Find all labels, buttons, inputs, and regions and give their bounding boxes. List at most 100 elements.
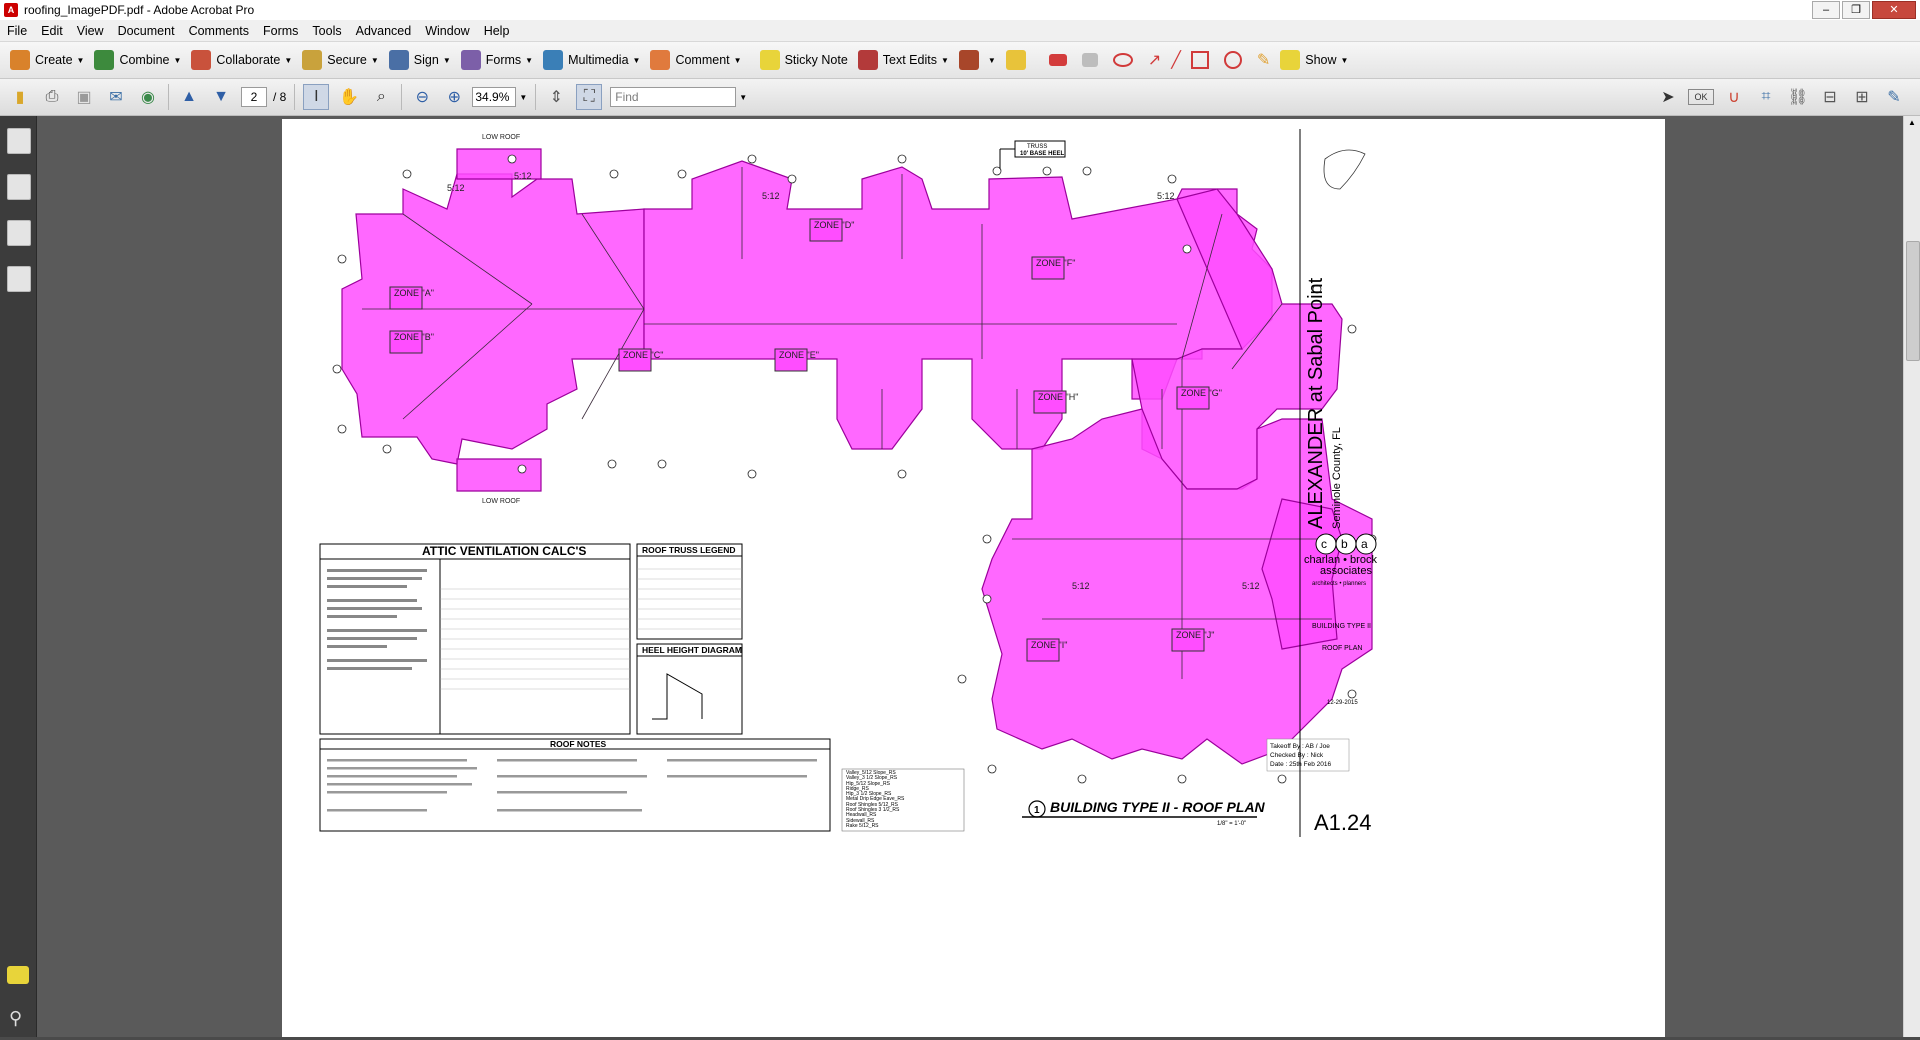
create-button[interactable]: Create ▼	[10, 50, 84, 70]
web-icon[interactable]: ◉	[136, 85, 160, 109]
scrolling-mode-icon[interactable]: ⇕	[544, 85, 568, 109]
svg-text:a: a	[1361, 537, 1368, 551]
fit-page-icon[interactable]: ⛶	[576, 84, 603, 110]
multimedia-button[interactable]: Multimedia ▼	[543, 50, 640, 70]
email-icon[interactable]: ✉	[104, 85, 128, 109]
layers-panel-icon[interactable]	[7, 266, 31, 292]
text-edits-button[interactable]: Text Edits ▼	[857, 50, 949, 70]
oval-tool[interactable]	[1223, 51, 1247, 69]
textfield-icon[interactable]: ⊟	[1818, 85, 1842, 109]
next-page-icon[interactable]: ▼	[209, 85, 233, 109]
county-map-icon	[1323, 149, 1366, 190]
sticky-note-icon	[759, 50, 780, 70]
show-comments-icon	[1280, 50, 1301, 70]
zoom-out-icon[interactable]: ⊖	[410, 85, 434, 109]
chevron-down-icon[interactable]: ▼	[739, 93, 747, 102]
highlight-icon	[1048, 54, 1067, 66]
bookmarks-panel-icon[interactable]	[7, 174, 31, 200]
slope-label: 5:12	[1242, 581, 1260, 591]
menu-advanced[interactable]: Advanced	[349, 24, 419, 38]
attach-icon	[1005, 50, 1026, 70]
notes-tool[interactable]	[1081, 53, 1103, 67]
select-object-icon[interactable]: ➤	[1656, 85, 1680, 109]
scroll-up-icon[interactable]: ▲	[1908, 118, 1916, 127]
sticky-note-button[interactable]: Sticky Note	[759, 50, 848, 70]
edit-form-icon[interactable]: ✎	[1882, 85, 1906, 109]
text-edits-label: Text Edits	[882, 53, 937, 67]
menu-tools[interactable]: Tools	[305, 24, 348, 38]
drawing-title: BUILDING TYPE II - ROOF PLAN	[1050, 799, 1266, 815]
sheet-date: 12-29-2015	[1327, 700, 1358, 706]
maximize-button[interactable]: ❐	[1842, 1, 1870, 19]
chevron-down-icon: ▼	[442, 55, 451, 65]
attachments-panel-icon[interactable]: ⚲	[9, 1008, 22, 1029]
signatures-panel-icon[interactable]	[7, 220, 31, 246]
ok-button-icon[interactable]: OK	[1688, 89, 1714, 105]
select-cursor-icon[interactable]: I	[303, 84, 330, 110]
svg-text:1: 1	[1034, 805, 1040, 816]
menu-file[interactable]: File	[0, 24, 34, 38]
print-icon[interactable]: ⎙	[40, 85, 64, 109]
menu-forms[interactable]: Forms	[256, 24, 305, 38]
roof-truss-legend: ROOF TRUSS LEGEND	[636, 543, 743, 640]
comment-button[interactable]: Comment ▼	[650, 50, 742, 70]
stamp-button[interactable]: ▼	[958, 50, 996, 70]
hand-tool-icon[interactable]: ✋	[337, 85, 361, 109]
document-properties-icon[interactable]: ⊞	[1850, 85, 1874, 109]
open-folder-icon[interactable]: ▮	[8, 85, 32, 109]
page-number-input[interactable]: 2	[241, 87, 267, 107]
chevron-down-icon: ▼	[284, 55, 293, 65]
pdf-page: ZONE "A" ZONE "B" ZONE "C" ZONE "D" ZONE…	[282, 119, 1665, 1037]
forms-button[interactable]: Forms ▼	[460, 50, 534, 70]
find-input[interactable]: Find	[610, 87, 737, 107]
chevron-down-icon: ▼	[370, 55, 379, 65]
arrow-tool[interactable]: ↗	[1148, 50, 1161, 70]
toolbar-divider	[168, 84, 169, 110]
chevron-down-icon: ▼	[525, 55, 534, 65]
menu-document[interactable]: Document	[111, 24, 182, 38]
show-button[interactable]: Show ▼	[1280, 50, 1348, 70]
crop-icon[interactable]: ⌗	[1754, 85, 1778, 109]
chevron-down-icon: ▼	[76, 55, 85, 65]
menu-window[interactable]: Window	[418, 24, 476, 38]
window-title: roofing_ImagePDF.pdf - Adobe Acrobat Pro	[24, 3, 255, 17]
cloud-tool[interactable]	[1112, 53, 1138, 67]
chevron-down-icon: ▼	[1340, 55, 1349, 65]
chevron-down-icon: ▼	[940, 55, 949, 65]
zoom-level-input[interactable]: 34.9%	[472, 87, 517, 107]
menu-help[interactable]: Help	[477, 24, 517, 38]
vertical-scrollbar[interactable]: ▲	[1903, 116, 1920, 1037]
marquee-zoom-icon[interactable]: ⌕	[369, 85, 393, 109]
page-count: / 8	[273, 90, 287, 104]
attach-button[interactable]	[1005, 50, 1031, 70]
rectangle-tool[interactable]	[1190, 51, 1214, 69]
close-button[interactable]: ✕	[1872, 1, 1916, 19]
comments-panel-icon[interactable]	[7, 966, 29, 984]
save-icon[interactable]: ▣	[72, 85, 96, 109]
scrollbar-thumb[interactable]	[1906, 241, 1920, 361]
sticky-note-label: Sticky Note	[784, 53, 848, 67]
comment-icon	[650, 50, 671, 70]
link-icon[interactable]: ⛓	[1786, 85, 1810, 109]
line-tool[interactable]: ╱	[1171, 50, 1181, 70]
collaborate-button[interactable]: Collaborate ▼	[191, 50, 292, 70]
secure-button[interactable]: Secure ▼	[302, 50, 379, 70]
pages-panel-icon[interactable]	[7, 128, 31, 154]
highlight-tool[interactable]	[1048, 54, 1072, 66]
combine-button[interactable]: Combine ▼	[94, 50, 181, 70]
sign-button[interactable]: Sign ▼	[388, 50, 451, 70]
chevron-down-icon: ▼	[632, 55, 641, 65]
minimize-button[interactable]: –	[1812, 1, 1840, 19]
menu-comments[interactable]: Comments	[182, 24, 256, 38]
zone-a-label: ZONE "A"	[394, 288, 434, 298]
magnet-icon[interactable]: ∪	[1722, 85, 1746, 109]
pencil-icon: ✎	[1256, 52, 1271, 69]
zoom-in-icon[interactable]: ⊕	[442, 85, 466, 109]
sheet-number: A1.24	[1314, 810, 1372, 835]
pencil-tool[interactable]: ✎	[1257, 50, 1270, 70]
menu-view[interactable]: View	[70, 24, 111, 38]
chevron-down-icon[interactable]: ▼	[519, 93, 527, 102]
heel-height-diagram: HEEL HEIGHT DIAGRAM	[636, 643, 743, 735]
previous-page-icon[interactable]: ▲	[177, 85, 201, 109]
menu-edit[interactable]: Edit	[34, 24, 70, 38]
